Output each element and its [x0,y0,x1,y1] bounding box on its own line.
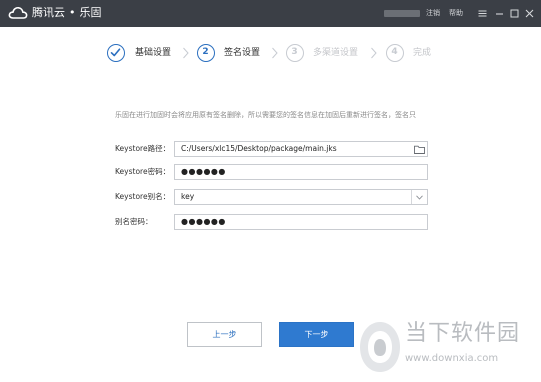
alias-password-label: 别名密码： [115,217,153,226]
minimize-button[interactable] [492,5,506,21]
close-button[interactable] [522,5,536,21]
title-bar: 腾讯云 • 乐固 注销 帮助 [0,0,541,27]
step-1-circle [107,44,125,62]
brand-separator: • [69,6,76,19]
logout-link[interactable]: 注销 [426,7,440,19]
step-3-number: 3 [291,47,298,57]
check-icon [110,48,121,57]
next-step-button[interactable]: 下一步 [279,322,354,347]
watermark: 当下软件园 www.downxia.com [355,315,541,382]
step-2-circle: 2 [197,44,215,62]
keystore-path-input[interactable]: C:/Users/xlc15/Desktop/package/main.jks [174,141,428,157]
step-4-number: 4 [391,47,398,57]
menu-button[interactable] [475,5,489,21]
previous-step-button[interactable]: 上一步 [187,322,262,347]
step-3-label: 多渠道设置 [313,48,359,58]
step-3-circle: 3 [286,44,304,62]
step-2-label: 签名设置 [224,48,261,58]
watermark-text: 当下软件园 [405,321,521,346]
chevron-right-icon [371,47,377,59]
brand-name: 腾讯云 [32,6,65,19]
watermark-url: www.downxia.com [405,353,499,364]
folder-icon [413,145,425,154]
keystore-password-input[interactable]: ●●●●●● [174,164,428,180]
maximize-icon [510,9,518,17]
keystore-alias-select[interactable]: key [174,189,428,205]
keystore-alias-label: Keystore别名： [115,192,171,201]
brand: 腾讯云 • 乐固 [8,5,102,21]
alias-password-value: ●●●●●● [181,217,226,226]
alias-password-input[interactable]: ●●●●●● [174,214,428,230]
step-4-circle: 4 [386,44,404,62]
watermark-logo-icon [360,322,400,372]
keystore-path-label: Keystore路径： [115,144,171,153]
step-2-number: 2 [202,47,209,57]
step-4-label: 完成 [413,48,432,58]
minimize-icon [495,12,503,15]
chevron-right-icon [272,47,278,59]
chevron-right-icon [183,47,189,59]
cloud-logo-icon [8,6,28,19]
keystore-path-value: C:/Users/xlc15/Desktop/package/main.jks [181,144,337,153]
alias-dropdown-button[interactable] [411,190,427,204]
keystore-password-label: Keystore密码： [115,167,171,176]
keystore-alias-value: key [181,192,195,201]
step-indicator: 基础设置 2 签名设置 3 多渠道设置 4 完成 [0,43,541,63]
browse-button[interactable] [411,142,427,156]
keystore-password-value: ●●●●●● [181,167,226,176]
help-link[interactable]: 帮助 [449,7,463,19]
chevron-down-icon [416,194,423,200]
menu-icon [478,10,486,16]
maximize-button[interactable] [507,5,521,21]
step-1-label: 基础设置 [135,48,172,58]
account-name-redacted [384,10,420,17]
app-name: 乐固 [79,6,102,19]
close-icon [525,9,533,17]
signature-notice: 乐固在进行加固时会将应用原有签名删除，所以需要您的签名信息在加固后重新进行签名，… [115,111,416,119]
